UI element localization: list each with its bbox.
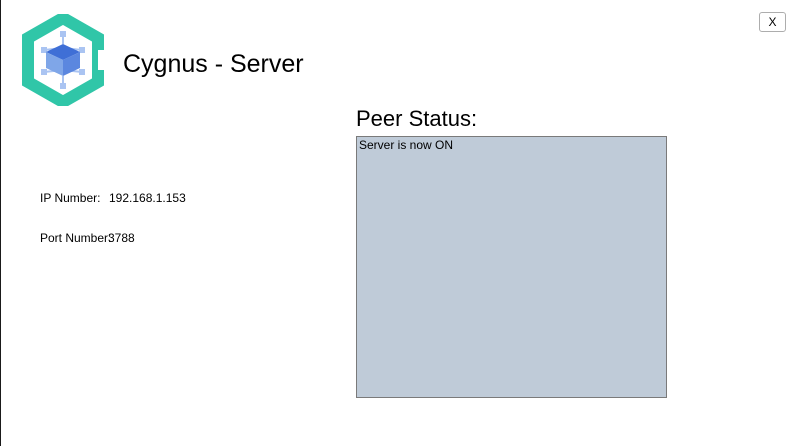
- ip-number-label: IP Number:: [40, 191, 101, 205]
- close-button[interactable]: X: [759, 12, 786, 32]
- app-title: Cygnus - Server: [123, 50, 304, 78]
- status-log-line: Server is now ON: [359, 138, 454, 152]
- peer-status-title: Peer Status:: [356, 106, 478, 131]
- port-number-value: 3788: [108, 231, 135, 245]
- cygnus-logo-icon: [22, 14, 104, 106]
- port-number-label: Port Number:: [40, 231, 112, 245]
- peer-status-log[interactable]: Server is now ON: [356, 136, 667, 398]
- ip-number-value: 192.168.1.153: [109, 191, 186, 205]
